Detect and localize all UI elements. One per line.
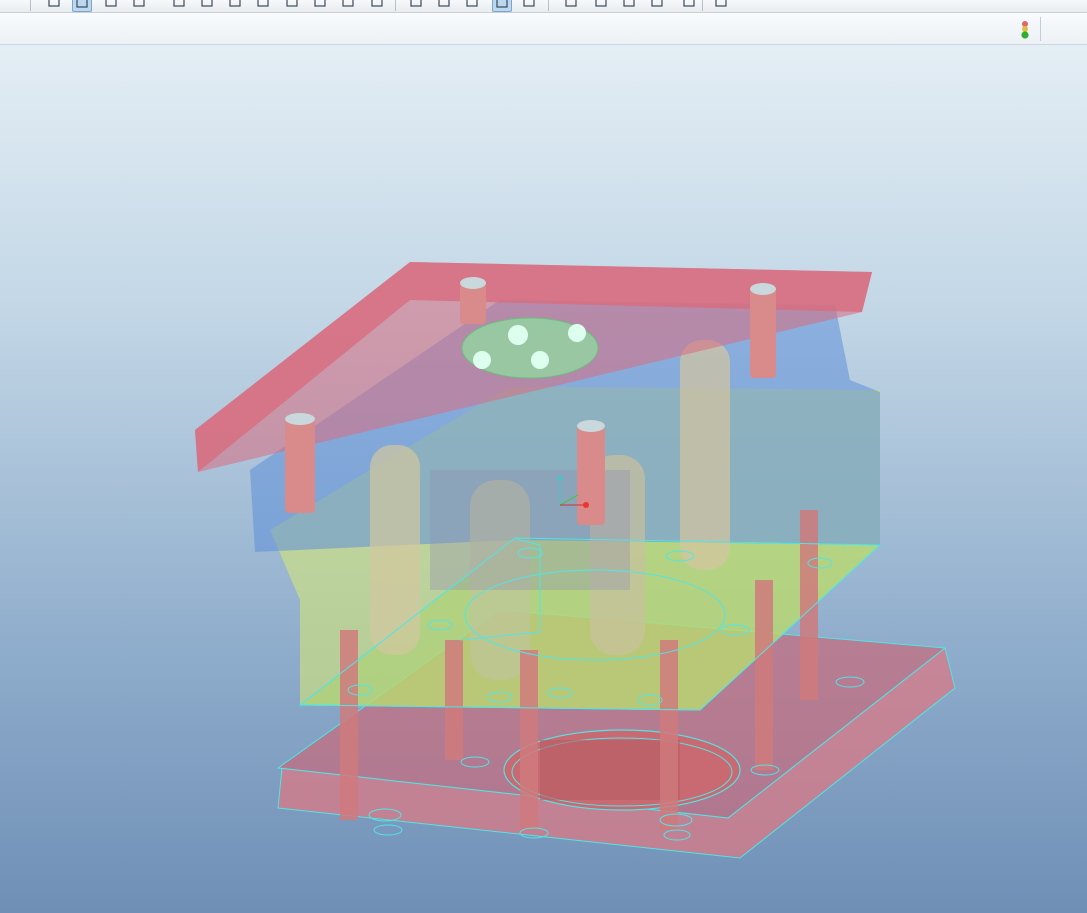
graphics-viewport[interactable] [0,45,1087,913]
toolbar-separator [395,0,396,11]
datum-display-icon[interactable] [72,0,92,12]
status-bar [0,13,1087,45]
reorient-icon[interactable] [311,0,329,10]
saved-views-icon[interactable] [283,0,301,10]
zoom-in-icon[interactable] [198,0,216,10]
spin-center-icon[interactable] [102,0,120,10]
enhanced-realism-icon[interactable] [520,0,538,10]
datum-axes-icon[interactable] [592,0,610,10]
toolbar-separator [702,0,703,11]
status-divider [1040,17,1041,41]
coordinate-systems-icon[interactable] [648,0,666,10]
no-hidden-icon[interactable] [463,0,481,10]
view-toolbar [0,0,1087,13]
shading-icon[interactable] [130,0,148,10]
toolbar-separator [30,0,31,11]
shaded-icon[interactable] [492,0,512,12]
wireframe-icon[interactable] [407,0,425,10]
hidden-line-icon[interactable] [435,0,453,10]
repaint-icon[interactable] [170,0,188,10]
zoom-fit-icon[interactable] [254,0,272,10]
annotations-icon[interactable] [680,0,698,10]
spin-icon[interactable] [712,0,730,10]
toolbar-separator [548,0,549,11]
sketch-view-icon[interactable] [45,0,63,10]
datum-planes-icon[interactable] [562,0,580,10]
datum-points-icon[interactable] [620,0,638,10]
regeneration-status-icon[interactable] [1016,19,1034,41]
appearance-icon[interactable] [368,0,386,10]
locating-ring[interactable] [461,317,599,379]
mold-assembly-model[interactable] [0,45,1087,913]
zoom-out-icon[interactable] [226,0,244,10]
layers-icon[interactable] [339,0,357,10]
